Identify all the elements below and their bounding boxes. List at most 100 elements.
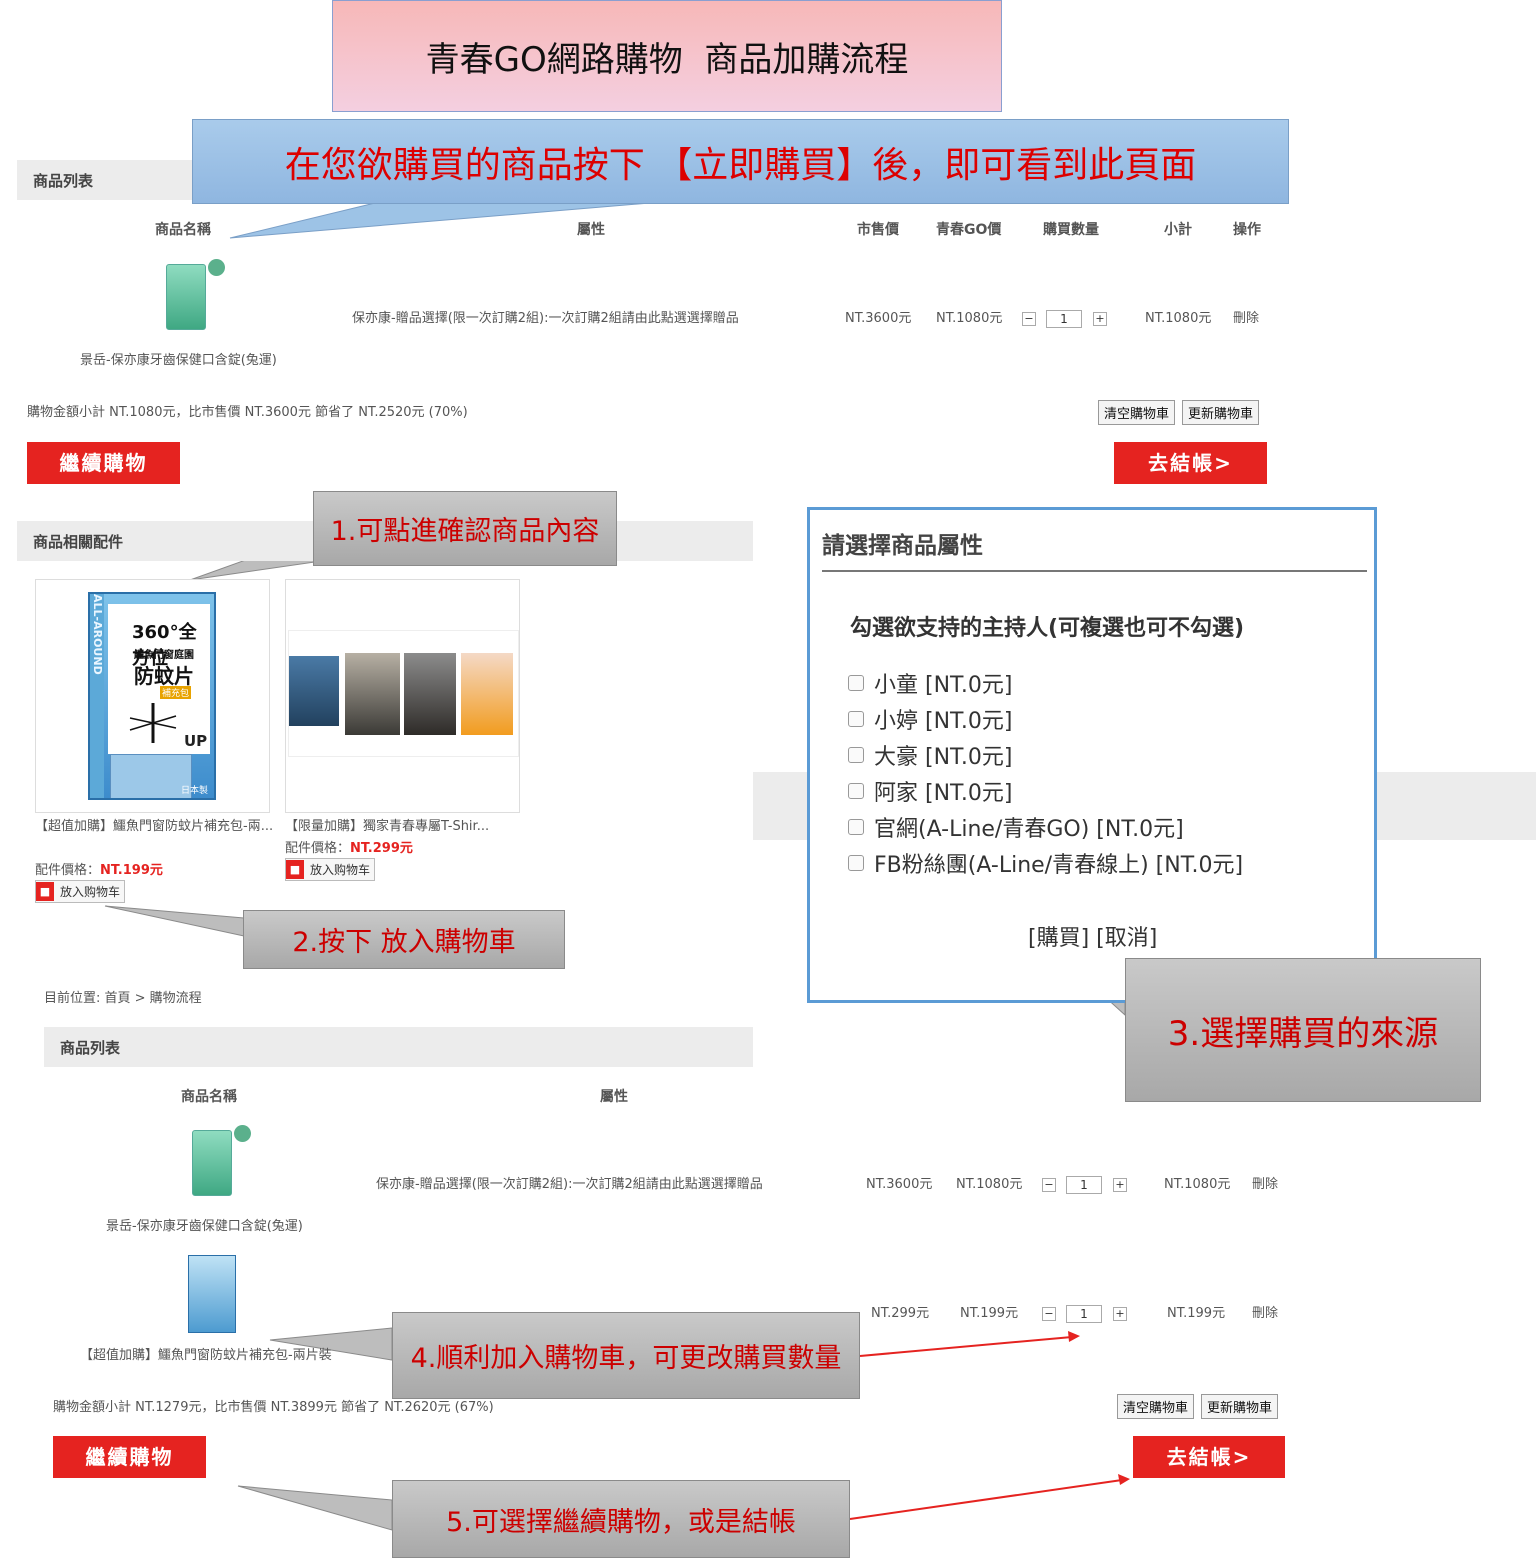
cart1-header-action: 操作 bbox=[1233, 222, 1261, 238]
option-checkbox[interactable] bbox=[848, 747, 864, 763]
cart2-item-name-2[interactable]: 【超值加購】鱷魚門窗防蚊片補充包-兩片裝 bbox=[80, 1344, 332, 1363]
add-to-cart-button-2[interactable]: ■ 放入购物车 bbox=[285, 858, 376, 881]
accessory-price-1: 配件價格：NT.199元 bbox=[35, 859, 163, 878]
accessory-card-1[interactable]: ALL-AROUND 360°全方位 鱷魚門窗庭園 防蚊片 補充包 UP 日本製 bbox=[35, 579, 270, 813]
option-row[interactable]: 小婷 [NT.0元] bbox=[848, 701, 1243, 737]
option-label: FB粉絲團(A-Line/青春線上) [NT.0元] bbox=[874, 853, 1244, 878]
step3-callout: 3.選擇購買的來源 bbox=[1125, 958, 1481, 1102]
product-thumbnail[interactable] bbox=[192, 1130, 232, 1196]
accessory-title-2[interactable]: 【限量加購】獨家青春專屬T-Shir... bbox=[285, 815, 489, 834]
cart2-item-name-1[interactable]: 景岳-保亦康牙齒保健口含錠(兔運) bbox=[106, 1215, 303, 1234]
breadcrumb[interactable]: 目前位置: 首頁 > 購物流程 bbox=[44, 987, 202, 1006]
accessory-image-text-b: 鱷魚門窗庭園 bbox=[134, 650, 194, 661]
modal-title: 請選擇商品屬性 bbox=[822, 533, 983, 559]
qty-minus-button[interactable]: − bbox=[1022, 312, 1036, 326]
attribute-modal: 請選擇商品屬性 勾選欲支持的主持人(可複選也可不勾選) 小童 [NT.0元] 小… bbox=[807, 507, 1377, 1003]
accessories-section-label: 商品相關配件 bbox=[33, 532, 124, 551]
qty-minus-button[interactable]: − bbox=[1042, 1178, 1056, 1192]
accessory-image-side-text: ALL-AROUND bbox=[90, 594, 104, 798]
option-checkbox[interactable] bbox=[848, 675, 864, 691]
option-label: 小婷 [NT.0元] bbox=[874, 709, 1013, 734]
option-label: 小童 [NT.0元] bbox=[874, 673, 1013, 698]
cart1-header-market: 市售價 bbox=[857, 222, 899, 238]
cart2-item-go-price-2: NT.199元 bbox=[960, 1306, 1019, 1321]
delete-link[interactable]: 刪除 bbox=[1252, 1173, 1278, 1192]
cart-icon: ■ bbox=[36, 882, 54, 901]
accessory-price-2: 配件價格：NT.299元 bbox=[285, 837, 413, 856]
option-checkbox[interactable] bbox=[848, 855, 864, 871]
cart2-item-subtotal-2: NT.199元 bbox=[1167, 1306, 1226, 1321]
qty-input[interactable]: 1 bbox=[1046, 310, 1082, 328]
cart-icon: ■ bbox=[286, 860, 304, 879]
cart2-item-market-2: NT.299元 bbox=[871, 1306, 930, 1321]
cart2-header-attr: 屬性 bbox=[600, 1089, 628, 1105]
update-cart-button[interactable]: 更新購物車 bbox=[1201, 1394, 1279, 1419]
cart1-summary: 購物金額小計 NT.1080元，比市售價 NT.3600元 節省了 NT.252… bbox=[27, 405, 468, 420]
accessory-image-2[interactable] bbox=[288, 630, 519, 757]
option-row[interactable]: 大豪 [NT.0元] bbox=[848, 737, 1243, 773]
cart1-header-name: 商品名稱 bbox=[155, 222, 211, 238]
delete-link[interactable]: 刪除 bbox=[1233, 307, 1259, 326]
checkout-button[interactable]: 去結帳> bbox=[1114, 442, 1267, 484]
step5-callout: 5.可選擇繼續購物，或是結帳 bbox=[392, 1480, 850, 1558]
accessory-price-label-2: 配件價格： bbox=[285, 841, 351, 856]
cart1-item-attr[interactable]: 保亦康-贈品選擇(限一次訂購2組):一次訂購2組請由此點選選擇贈品 bbox=[352, 307, 739, 326]
clear-cart-button[interactable]: 清空購物車 bbox=[1098, 400, 1176, 425]
add-to-cart-button-1[interactable]: ■ 放入购物车 bbox=[35, 880, 126, 903]
mosquito-icon bbox=[129, 703, 177, 743]
option-row[interactable]: 阿家 [NT.0元] bbox=[848, 773, 1243, 809]
qty-minus-button[interactable]: − bbox=[1042, 1307, 1056, 1321]
accessory-title-1[interactable]: 【超值加購】鱷魚門窗防蚊片補充包-兩... bbox=[35, 815, 273, 834]
cart1-item-subtotal: NT.1080元 bbox=[1145, 311, 1212, 326]
cart1-item-market: NT.3600元 bbox=[845, 311, 912, 326]
modal-cancel-button[interactable]: [取消] bbox=[1096, 926, 1157, 951]
option-label: 大豪 [NT.0元] bbox=[874, 745, 1013, 770]
add-to-cart-label-1: 放入购物车 bbox=[60, 885, 121, 899]
continue-shopping-button[interactable]: 繼續購物 bbox=[27, 442, 180, 484]
option-row[interactable]: 官網(A-Line/青春GO) [NT.0元] bbox=[848, 809, 1243, 845]
intro-callout: 在您欲購買的商品按下 【立即購買】後，即可看到此頁面 bbox=[192, 119, 1289, 204]
option-checkbox[interactable] bbox=[848, 819, 864, 835]
cart1-header-qty: 購買數量 bbox=[1043, 222, 1099, 238]
update-cart-button[interactable]: 更新購物車 bbox=[1182, 400, 1260, 425]
cart2-section-label: 商品列表 bbox=[60, 1038, 121, 1057]
qty-input[interactable]: 1 bbox=[1066, 1176, 1102, 1194]
modal-actions: [購買] [取消] bbox=[1028, 920, 1157, 952]
option-label: 官網(A-Line/青春GO) [NT.0元] bbox=[874, 817, 1184, 842]
product-thumbnail[interactable] bbox=[166, 264, 206, 330]
badge-icon bbox=[234, 1125, 251, 1142]
continue-shopping-button[interactable]: 繼續購物 bbox=[53, 1436, 206, 1478]
option-checkbox[interactable] bbox=[848, 783, 864, 799]
accessory-price-value-2: NT.299元 bbox=[350, 841, 413, 856]
modal-buy-button[interactable]: [購買] bbox=[1028, 926, 1089, 951]
cart2-item-attr-1[interactable]: 保亦康-贈品選擇(限一次訂購2組):一次訂購2組請由此點選選擇贈品 bbox=[376, 1173, 763, 1192]
accessory-image-1[interactable]: ALL-AROUND 360°全方位 鱷魚門窗庭園 防蚊片 補充包 UP 日本製 bbox=[88, 592, 216, 800]
step2-callout: 2.按下 放入購物車 bbox=[243, 910, 565, 969]
option-row[interactable]: 小童 [NT.0元] bbox=[848, 665, 1243, 701]
option-row[interactable]: FB粉絲團(A-Line/青春線上) [NT.0元] bbox=[848, 845, 1243, 881]
modal-question: 勾選欲支持的主持人(可複選也可不勾選) bbox=[850, 616, 1245, 641]
checkout-button[interactable]: 去結帳> bbox=[1133, 1436, 1285, 1478]
qty-plus-button[interactable]: + bbox=[1093, 312, 1107, 326]
qty-plus-button[interactable]: + bbox=[1113, 1307, 1127, 1321]
delete-link[interactable]: 刪除 bbox=[1252, 1302, 1278, 1321]
badge-icon bbox=[208, 259, 225, 276]
accessory-price-label-1: 配件價格： bbox=[35, 863, 101, 878]
cart1-header-attr: 屬性 bbox=[577, 222, 605, 238]
cart1-item-name[interactable]: 景岳-保亦康牙齒保健口含錠(兔運) bbox=[80, 349, 277, 368]
modal-options: 小童 [NT.0元] 小婷 [NT.0元] 大豪 [NT.0元] 阿家 [NT.… bbox=[848, 665, 1243, 881]
option-checkbox[interactable] bbox=[848, 711, 864, 727]
qty-input[interactable]: 1 bbox=[1066, 1305, 1102, 1323]
product-thumbnail[interactable] bbox=[188, 1255, 236, 1333]
accessory-image-text-g: 日本製 bbox=[180, 786, 208, 796]
step1-callout: 1.可點進確認商品內容 bbox=[313, 491, 617, 566]
accessory-card-2[interactable] bbox=[285, 579, 520, 813]
cart2-section-title: 商品列表 bbox=[44, 1027, 753, 1067]
step4-callout: 4.順利加入購物車，可更改購買數量 bbox=[392, 1312, 860, 1399]
clear-cart-button[interactable]: 清空購物車 bbox=[1117, 1394, 1195, 1419]
cart2-item-go-price-1: NT.1080元 bbox=[956, 1177, 1023, 1192]
cart2-header-name: 商品名稱 bbox=[181, 1089, 237, 1105]
cart1-item-go-price: NT.1080元 bbox=[936, 311, 1003, 326]
option-label: 阿家 [NT.0元] bbox=[874, 781, 1013, 806]
qty-plus-button[interactable]: + bbox=[1113, 1178, 1127, 1192]
